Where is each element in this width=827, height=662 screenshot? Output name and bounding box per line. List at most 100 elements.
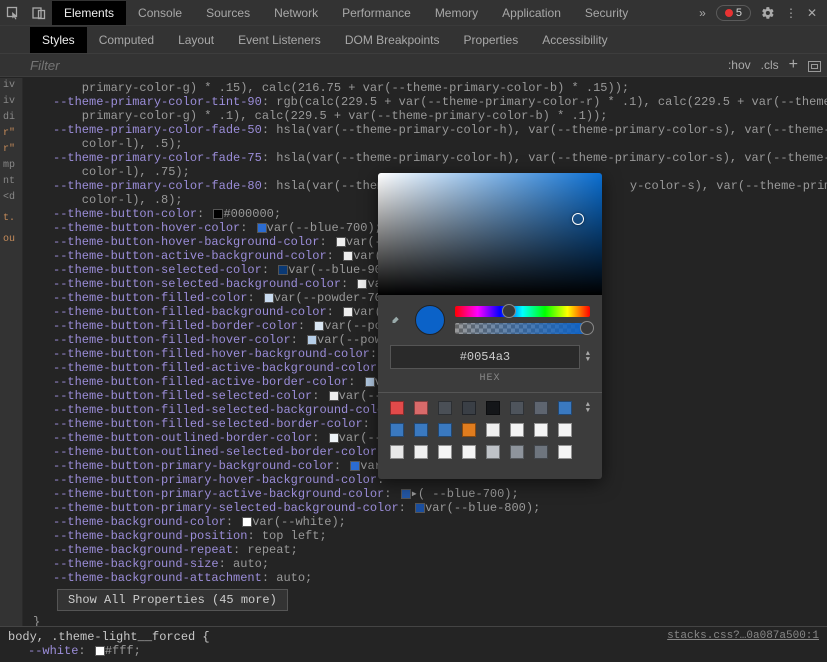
palette-swatch[interactable] [486,401,500,415]
elements-tree-gutter: ivivdir"r"mpnt<dt.ou [0,78,23,628]
palette-swatch[interactable] [486,445,500,459]
palette-swatch[interactable] [390,445,404,459]
devtools-tab-memory[interactable]: Memory [423,1,490,25]
close-devtools-icon[interactable]: ✕ [807,6,817,20]
palette-row [390,445,590,459]
more-panels-icon[interactable]: » [699,6,706,20]
css-declaration-line[interactable]: primary-color-g) * .1), calc(229.5 + var… [53,109,819,123]
styles-filter-input[interactable] [30,58,230,73]
palette-swatch[interactable] [534,445,548,459]
palette-swatch[interactable] [438,401,452,415]
next-rule-section: stacks.css?…0a087a500:1 body, .theme-lig… [0,626,827,662]
gutter-fragment: r" [0,126,22,141]
styles-subtab-layout[interactable]: Layout [166,27,226,53]
styles-subtab-styles[interactable]: Styles [30,27,87,53]
hue-slider[interactable] [455,306,590,317]
palette-swatch[interactable] [390,423,404,437]
css-declaration-line[interactable]: --theme-background-color: var(--white); [53,515,819,529]
devtools-tab-elements[interactable]: Elements [52,1,126,25]
palette-swatch[interactable] [534,401,548,415]
css-declaration-line[interactable]: --theme-background-size: auto; [53,557,819,571]
styles-filter-bar: :hov .cls + [0,53,827,77]
inspect-element-icon[interactable] [0,6,26,20]
palette-swatch[interactable] [462,445,476,459]
alpha-slider[interactable] [455,323,590,334]
toggle-hov-button[interactable]: :hov [728,58,751,72]
source-link[interactable]: stacks.css?…0a087a500:1 [667,630,819,642]
devtools-tab-application[interactable]: Application [490,1,573,25]
palette-swatch[interactable] [534,423,548,437]
gutter-fragment: ou [0,232,22,247]
palette-swatch[interactable] [390,401,404,415]
devtools-tab-sources[interactable]: Sources [194,1,262,25]
styles-subtab-dom-breakpoints[interactable]: DOM Breakpoints [333,27,452,53]
css-declaration-line[interactable]: --theme-background-repeat: repeat; [53,543,819,557]
kebab-menu-icon[interactable]: ⋮ [785,6,797,20]
eyedropper-icon[interactable] [390,313,405,328]
gutter-fragment: iv [0,94,22,109]
rule-closing-brace: } [33,615,819,626]
devtools-tab-console[interactable]: Console [126,1,194,25]
error-dot-icon [725,9,733,17]
styles-subtab-accessibility[interactable]: Accessibility [530,27,619,53]
palette-swatch[interactable] [558,423,572,437]
format-switcher-stepper[interactable]: ▲▼ [586,351,590,363]
gutter-fragment: nt [0,174,22,189]
color-spectrum-field[interactable] [378,173,602,295]
palette-swatch[interactable] [510,401,524,415]
hue-thumb[interactable] [502,304,516,318]
gutter-fragment: r" [0,142,22,157]
palette-row: ▲▼ [390,401,590,415]
alpha-thumb[interactable] [580,321,594,335]
styles-sub-tabs: StylesComputedLayoutEvent ListenersDOM B… [0,26,827,53]
toggle-computed-sidebar-icon[interactable] [808,58,821,72]
css-declaration-line[interactable]: --theme-background-attachment: auto; [53,571,819,585]
palette-swatch[interactable] [510,445,524,459]
device-toolbar-icon[interactable] [26,6,52,20]
rule-selector[interactable]: body, .theme-light__forced { [8,630,210,644]
css-declaration-line[interactable]: --theme-background-position: top left; [53,529,819,543]
palette-swatch[interactable] [558,445,572,459]
palette-swatch[interactable] [558,401,572,415]
color-picker-popup: ▲▼ HEX ▲▼ [378,173,602,479]
gutter-fragment: mp [0,158,22,173]
devtools-tab-performance[interactable]: Performance [330,1,423,25]
palette-swatch[interactable] [414,401,428,415]
palette-swatch[interactable] [414,445,428,459]
palette-swatch[interactable] [438,445,452,459]
palette-swatch[interactable] [462,423,476,437]
css-declaration-line[interactable]: --theme-primary-color-tint-90: rgb(calc(… [53,95,819,109]
palette-swatch[interactable] [510,423,524,437]
palette-row [390,423,590,437]
gutter-fragment [0,227,22,231]
gutter-fragment: di [0,110,22,125]
gutter-fragment: iv [0,78,22,93]
settings-gear-icon[interactable] [761,6,775,20]
show-all-properties-button[interactable]: Show All Properties (45 more) [57,589,288,611]
palette-swatch[interactable] [462,401,476,415]
css-declaration-line[interactable]: --theme-primary-color-fade-50: hsla(var(… [53,123,819,137]
css-declaration-line[interactable]: primary-color-g) * .15), calc(216.75 + v… [53,81,819,95]
palette-swatch[interactable] [486,423,500,437]
styles-subtab-properties[interactable]: Properties [452,27,531,53]
gutter-fragment [0,206,22,210]
styles-subtab-computed[interactable]: Computed [87,27,166,53]
toggle-cls-button[interactable]: .cls [761,58,779,72]
spectrum-handle[interactable] [572,213,584,225]
devtools-tab-security[interactable]: Security [573,1,640,25]
palette-swatch[interactable] [414,423,428,437]
error-count-badge[interactable]: 5 [716,5,751,21]
css-declaration-line[interactable]: --theme-button-primary-active-background… [53,487,819,501]
new-style-rule-icon[interactable]: + [789,59,798,71]
palette-switcher-stepper[interactable]: ▲▼ [586,402,590,414]
css-declaration-line[interactable]: color-l), .5); [53,137,819,151]
color-hex-input[interactable] [390,345,580,369]
css-declaration-line[interactable]: --theme-primary-color-fade-75: hsla(var(… [53,151,819,165]
main-panel-tabs: ElementsConsoleSourcesNetworkPerformance… [0,0,827,26]
color-format-label: HEX [378,373,602,384]
devtools-tab-network[interactable]: Network [262,1,330,25]
palette-swatch[interactable] [438,423,452,437]
css-declaration-line[interactable]: --theme-button-primary-selected-backgrou… [53,501,819,515]
styles-subtab-event-listeners[interactable]: Event Listeners [226,27,333,53]
error-count-value: 5 [736,7,742,19]
